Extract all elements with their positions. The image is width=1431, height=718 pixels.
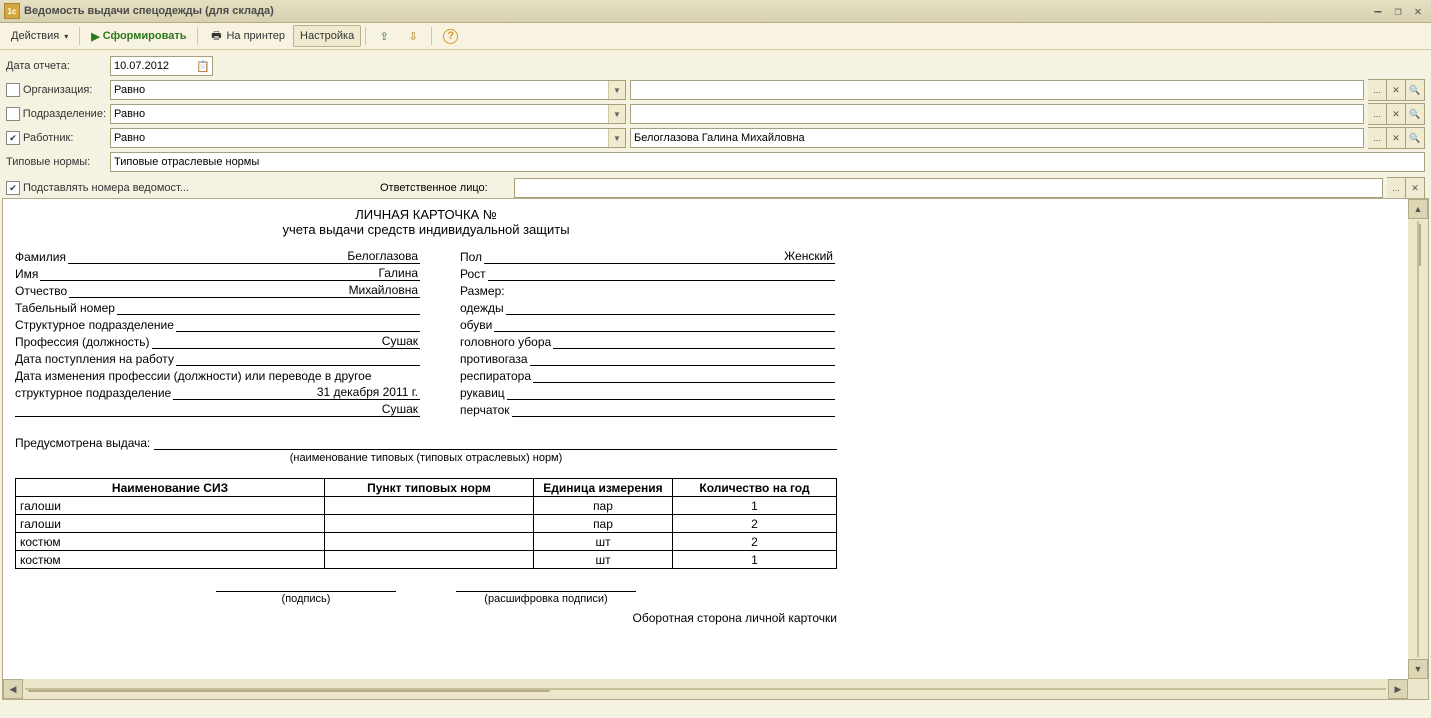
date-label: Дата отчета:: [6, 60, 106, 72]
worker-clear-button[interactable]: ✕: [1387, 127, 1406, 149]
head-value: [553, 334, 835, 349]
date-input[interactable]: 10.07.2012📋: [110, 56, 213, 76]
scroll-left-icon[interactable]: ◀: [3, 679, 23, 699]
export-button[interactable]: ⇪: [370, 25, 398, 47]
worker-open-button[interactable]: 🔍: [1406, 127, 1425, 149]
dep-clear-button[interactable]: ✕: [1387, 103, 1406, 125]
org-clear-button[interactable]: ✕: [1387, 79, 1406, 101]
height-value: [488, 266, 835, 281]
signature-decode-label: (расшифровка подписи): [456, 591, 636, 605]
worker-op-combo[interactable]: Равно▼: [110, 128, 626, 148]
org-value[interactable]: [630, 80, 1364, 100]
sex-value: Женский: [484, 249, 835, 264]
pre-value: [154, 435, 837, 450]
import-icon: ⇩: [406, 29, 420, 43]
resp-label: Ответственное лицо:: [380, 182, 510, 194]
org-select-button[interactable]: ...: [1368, 79, 1387, 101]
mitt-value: [507, 385, 835, 400]
dep-value[interactable]: [630, 104, 1364, 124]
form-button[interactable]: ▶Сформировать: [84, 25, 193, 47]
dep-checkbox[interactable]: [6, 107, 20, 121]
org-label: Организация:: [6, 83, 106, 97]
scroll-right-icon[interactable]: ▶: [1388, 679, 1408, 699]
setup-button[interactable]: Настройка: [293, 25, 361, 47]
resp-select-button[interactable]: ...: [1387, 177, 1406, 199]
doc-title1: ЛИЧНАЯ КАРТОЧКА №: [15, 207, 837, 222]
tabnum-value: [117, 300, 420, 315]
worker-select-button[interactable]: ...: [1368, 127, 1387, 149]
chevron-down-icon: ▼: [608, 105, 625, 123]
titlebar: 1c Ведомость выдачи спецодежды (для скла…: [0, 0, 1431, 23]
scroll-thumb-h[interactable]: [28, 690, 550, 692]
doc-title2: учета выдачи средств индивидуальной защи…: [15, 222, 837, 237]
worker-value[interactable]: Белоглазова Галина Михайловна: [630, 128, 1364, 148]
org-op-combo[interactable]: Равно▼: [110, 80, 626, 100]
actions-menu[interactable]: Действия▾: [4, 25, 75, 47]
worker-label: ✔Работник:: [6, 131, 106, 145]
help-icon: ?: [443, 29, 458, 44]
patronymic-value: Михайловна: [69, 283, 420, 298]
scroll-thumb-v[interactable]: [1419, 224, 1421, 266]
scroll-up-icon[interactable]: ▲: [1408, 199, 1428, 219]
close-button[interactable]: ✕: [1409, 3, 1427, 19]
resp-value[interactable]: [514, 178, 1383, 198]
minimize-button[interactable]: —: [1369, 3, 1387, 19]
table-row: костюмшт1: [16, 551, 837, 569]
name-value: Галина: [40, 266, 420, 281]
help-button[interactable]: ?: [436, 25, 465, 47]
siz-table: Наименование СИЗ Пункт типовых норм Един…: [15, 478, 837, 569]
vertical-scrollbar[interactable]: ▲ ▼: [1408, 199, 1428, 679]
window-title: Ведомость выдачи спецодежды (для склада): [24, 5, 274, 17]
chevron-down-icon: ▼: [608, 81, 625, 99]
chevron-down-icon: ▼: [608, 129, 625, 147]
table-row: костюмшт2: [16, 533, 837, 551]
calendar-icon[interactable]: 📋: [195, 60, 211, 73]
subst-label: ✔Подставлять номера ведомост...: [6, 181, 376, 195]
org-checkbox[interactable]: [6, 83, 20, 97]
back-side-label: Оборотная сторона личной карточки: [15, 611, 837, 625]
clothes-value: [506, 300, 835, 315]
report-area: ЛИЧНАЯ КАРТОЧКА № учета выдачи средств и…: [2, 198, 1429, 700]
hire-value: [176, 351, 420, 366]
resp-value: [533, 368, 835, 383]
norms-value[interactable]: Типовые отраслевые нормы: [110, 152, 1425, 172]
shoes-value: [494, 317, 835, 332]
change-date: 31 декабря 2011 г.: [173, 385, 420, 400]
subst-checkbox[interactable]: ✔: [6, 181, 20, 195]
printer-icon: 🖶: [209, 29, 223, 43]
surname-value: Белоглазова: [68, 249, 420, 264]
dep-select-button[interactable]: ...: [1368, 103, 1387, 125]
print-button[interactable]: 🖶На принтер: [202, 25, 292, 47]
dep-open-button[interactable]: 🔍: [1406, 103, 1425, 125]
change-prof: Сушак: [15, 402, 420, 417]
report-document[interactable]: ЛИЧНАЯ КАРТОЧКА № учета выдачи средств и…: [3, 199, 1408, 679]
export-icon: ⇪: [377, 29, 391, 43]
table-row: галошипар1: [16, 497, 837, 515]
app-icon: 1c: [4, 3, 20, 19]
prof-value: Сушак: [152, 334, 420, 349]
worker-checkbox[interactable]: ✔: [6, 131, 20, 145]
scroll-down-icon[interactable]: ▼: [1408, 659, 1428, 679]
pre-note: (наименование типовых (типовых отраслевы…: [15, 452, 837, 464]
horizontal-scrollbar[interactable]: ◀ ▶: [3, 679, 1408, 699]
org-open-button[interactable]: 🔍: [1406, 79, 1425, 101]
resp-clear-button[interactable]: ✕: [1406, 177, 1425, 199]
glove-value: [512, 402, 835, 417]
signature-label: (подпись): [216, 591, 396, 605]
scroll-corner: [1408, 679, 1428, 699]
struct-value: [176, 317, 420, 332]
dep-label: Подразделение:: [6, 107, 106, 121]
norms-label: Типовые нормы:: [6, 156, 106, 168]
table-row: галошипар2: [16, 515, 837, 533]
import-button[interactable]: ⇩: [399, 25, 427, 47]
gas-value: [530, 351, 835, 366]
toolbar: Действия▾ ▶Сформировать 🖶На принтер Наст…: [0, 23, 1431, 50]
restore-button[interactable]: ❐: [1389, 3, 1407, 19]
dep-op-combo[interactable]: Равно▼: [110, 104, 626, 124]
filters-panel: Дата отчета: 10.07.2012📋 Организация: Ра…: [0, 50, 1431, 204]
